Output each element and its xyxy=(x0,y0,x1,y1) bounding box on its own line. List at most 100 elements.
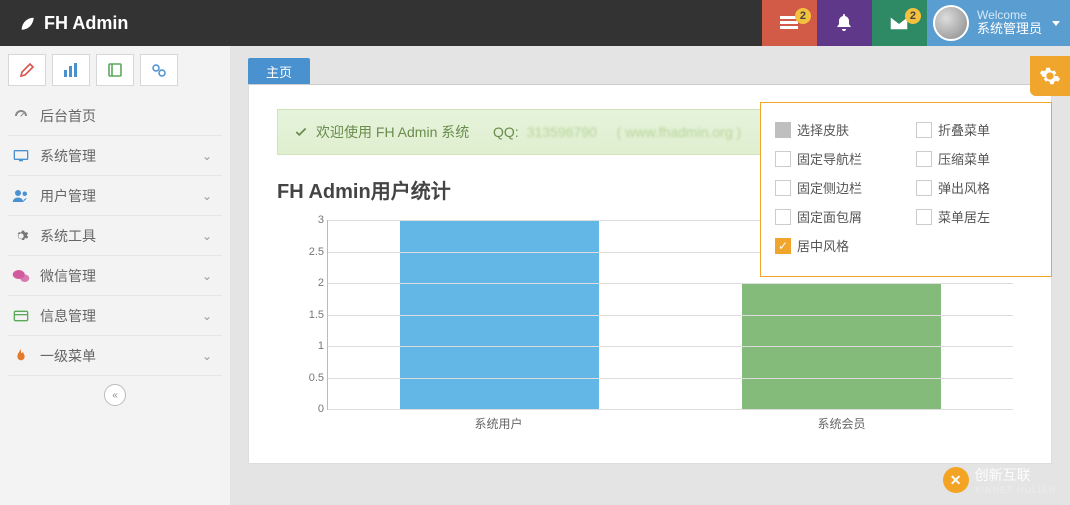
settings-option-label: 固定侧边栏 xyxy=(797,178,862,197)
y-tick: 1 xyxy=(298,340,324,352)
sidebar-item-5[interactable]: 信息管理 ⌄ xyxy=(8,296,222,336)
settings-option-1[interactable]: 折叠菜单 xyxy=(906,115,1047,144)
sidebar-item-label: 一级菜单 xyxy=(40,346,96,366)
messages-button[interactable]: 2 xyxy=(872,0,927,46)
brand: FH Admin xyxy=(0,13,762,34)
sidebar-item-label: 系统工具 xyxy=(40,226,96,246)
settings-option-label: 固定面包屑 xyxy=(797,207,862,226)
notifications-button[interactable] xyxy=(817,0,872,46)
settings-mini-button[interactable] xyxy=(140,54,178,86)
settings-option-label: 菜单居左 xyxy=(938,207,990,226)
sidebar-item-1[interactable]: 系统管理⌄ xyxy=(8,136,222,176)
collapse-sidebar-button[interactable]: « xyxy=(104,384,126,406)
tasks-badge: 2 xyxy=(795,8,811,24)
settings-option-5[interactable]: 弹出风格 xyxy=(906,173,1047,202)
y-tick: 1.5 xyxy=(298,309,324,321)
watermark-logo-icon: ✕ xyxy=(943,467,969,493)
chevron-down-icon: ⌄ xyxy=(202,309,212,323)
settings-panel: 选择皮肤 折叠菜单固定导航栏 压缩菜单固定侧边栏 弹出风格固定面包屑 菜单居左 ✓ 居中风格 xyxy=(760,102,1052,277)
sidebar-item-label: 用户管理 xyxy=(40,186,96,206)
chevron-down-icon: ⌄ xyxy=(202,229,212,243)
sidebar-item-3[interactable]: 系统工具 ⌄ xyxy=(8,216,222,256)
y-tick: 3 xyxy=(298,214,324,226)
checkbox-icon xyxy=(775,122,791,138)
site-value: ( www.fhadmin.org ) xyxy=(617,124,741,140)
sidebar-item-label: 微信管理 xyxy=(40,266,96,286)
sidebar-item-0[interactable]: 后台首页 xyxy=(8,96,222,136)
watermark-brand: 创新互联 xyxy=(975,465,1056,485)
x-label: 系统用户 xyxy=(327,415,670,432)
users-icon xyxy=(12,189,30,203)
wechat-icon xyxy=(12,268,30,284)
mini-toolbar xyxy=(8,54,222,86)
settings-option-7[interactable]: 菜单居左 xyxy=(906,202,1047,231)
settings-option-label: 弹出风格 xyxy=(938,178,990,197)
settings-option-8[interactable]: ✓ 居中风格 xyxy=(765,231,906,260)
stats-button[interactable] xyxy=(52,54,90,86)
y-tick: 2.5 xyxy=(298,246,324,258)
collapse-row: « xyxy=(8,376,222,414)
checkbox-icon xyxy=(775,209,791,225)
book-button[interactable] xyxy=(96,54,134,86)
settings-option-label: 折叠菜单 xyxy=(938,120,990,139)
settings-option-label: 压缩菜单 xyxy=(938,149,990,168)
card-icon xyxy=(12,310,30,322)
settings-option-3[interactable]: 压缩菜单 xyxy=(906,144,1047,173)
tab-row: 主页 xyxy=(248,56,1052,84)
watermark-sub: XINNET HULIAN xyxy=(975,485,1056,495)
gridline xyxy=(328,283,1013,284)
x-label: 系统会员 xyxy=(670,415,1013,432)
sidebar-item-label: 信息管理 xyxy=(40,306,96,326)
welcome-prefix: 欢迎使用 FH Admin 系统 xyxy=(316,122,469,142)
qq-value: 313596790 xyxy=(527,124,597,140)
main: 主页 欢迎使用 FH Admin 系统 QQ: 313596790 ( www.… xyxy=(230,46,1070,505)
sidebar-item-2[interactable]: 用户管理 ⌄ xyxy=(8,176,222,216)
x-labels: 系统用户系统会员 xyxy=(327,415,1013,432)
sidebar-item-6[interactable]: 一级菜单 ⌄ xyxy=(8,336,222,376)
user-text: Welcome 系统管理员 xyxy=(977,9,1042,36)
gridline xyxy=(328,346,1013,347)
sidebar-item-label: 系统管理 xyxy=(40,146,96,166)
checkbox-icon xyxy=(916,151,932,167)
settings-option-label: 固定导航栏 xyxy=(797,149,862,168)
messages-badge: 2 xyxy=(905,8,921,24)
y-tick: 0.5 xyxy=(298,372,324,384)
watermark: ✕ 创新互联 XINNET HULIAN xyxy=(943,465,1056,495)
leaf-icon xyxy=(18,14,36,32)
sidebar-item-4[interactable]: 微信管理⌄ xyxy=(8,256,222,296)
settings-option-label: 居中风格 xyxy=(797,236,849,255)
book-icon xyxy=(107,62,123,78)
tasks-button[interactable]: 2 xyxy=(762,0,817,46)
tab-home[interactable]: 主页 xyxy=(248,58,310,84)
chevron-down-icon: ⌄ xyxy=(202,349,212,363)
settings-option-label: 选择皮肤 xyxy=(797,120,849,139)
checkbox-icon xyxy=(775,151,791,167)
bell-icon xyxy=(836,14,852,32)
gridline xyxy=(328,409,1013,410)
user-menu[interactable]: Welcome 系统管理员 xyxy=(927,0,1070,46)
brand-text: FH Admin xyxy=(44,13,128,34)
pencil-icon xyxy=(19,62,35,78)
chevron-down-icon: ⌄ xyxy=(202,189,212,203)
sidebar-item-label: 后台首页 xyxy=(40,106,96,126)
qq-label: QQ: xyxy=(493,124,519,140)
gear-icon xyxy=(1039,65,1061,87)
avatar xyxy=(933,5,969,41)
chevron-down-icon xyxy=(1052,21,1060,26)
settings-option-4[interactable]: 固定侧边栏 xyxy=(765,173,906,202)
checkbox-icon: ✓ xyxy=(775,238,791,254)
checkbox-icon xyxy=(916,180,932,196)
sidebar: 后台首页系统管理⌄ 用户管理 ⌄ 系统工具 ⌄ 微信管理⌄ 信息管理 ⌄ 一级菜单 ⌄ « xyxy=(0,46,230,505)
gear-icon xyxy=(12,228,30,244)
settings-toggle-button[interactable] xyxy=(1030,56,1070,96)
desktop-icon xyxy=(12,149,30,163)
settings-option-0[interactable]: 选择皮肤 xyxy=(765,115,906,144)
gridline xyxy=(328,315,1013,316)
menu-list: 后台首页系统管理⌄ 用户管理 ⌄ 系统工具 ⌄ 微信管理⌄ 信息管理 ⌄ 一级菜单 ⌄ xyxy=(8,96,222,376)
role-label: 系统管理员 xyxy=(977,22,1042,36)
y-tick: 2 xyxy=(298,277,324,289)
settings-option-2[interactable]: 固定导航栏 xyxy=(765,144,906,173)
edit-button[interactable] xyxy=(8,54,46,86)
gridline xyxy=(328,378,1013,379)
settings-option-6[interactable]: 固定面包屑 xyxy=(765,202,906,231)
